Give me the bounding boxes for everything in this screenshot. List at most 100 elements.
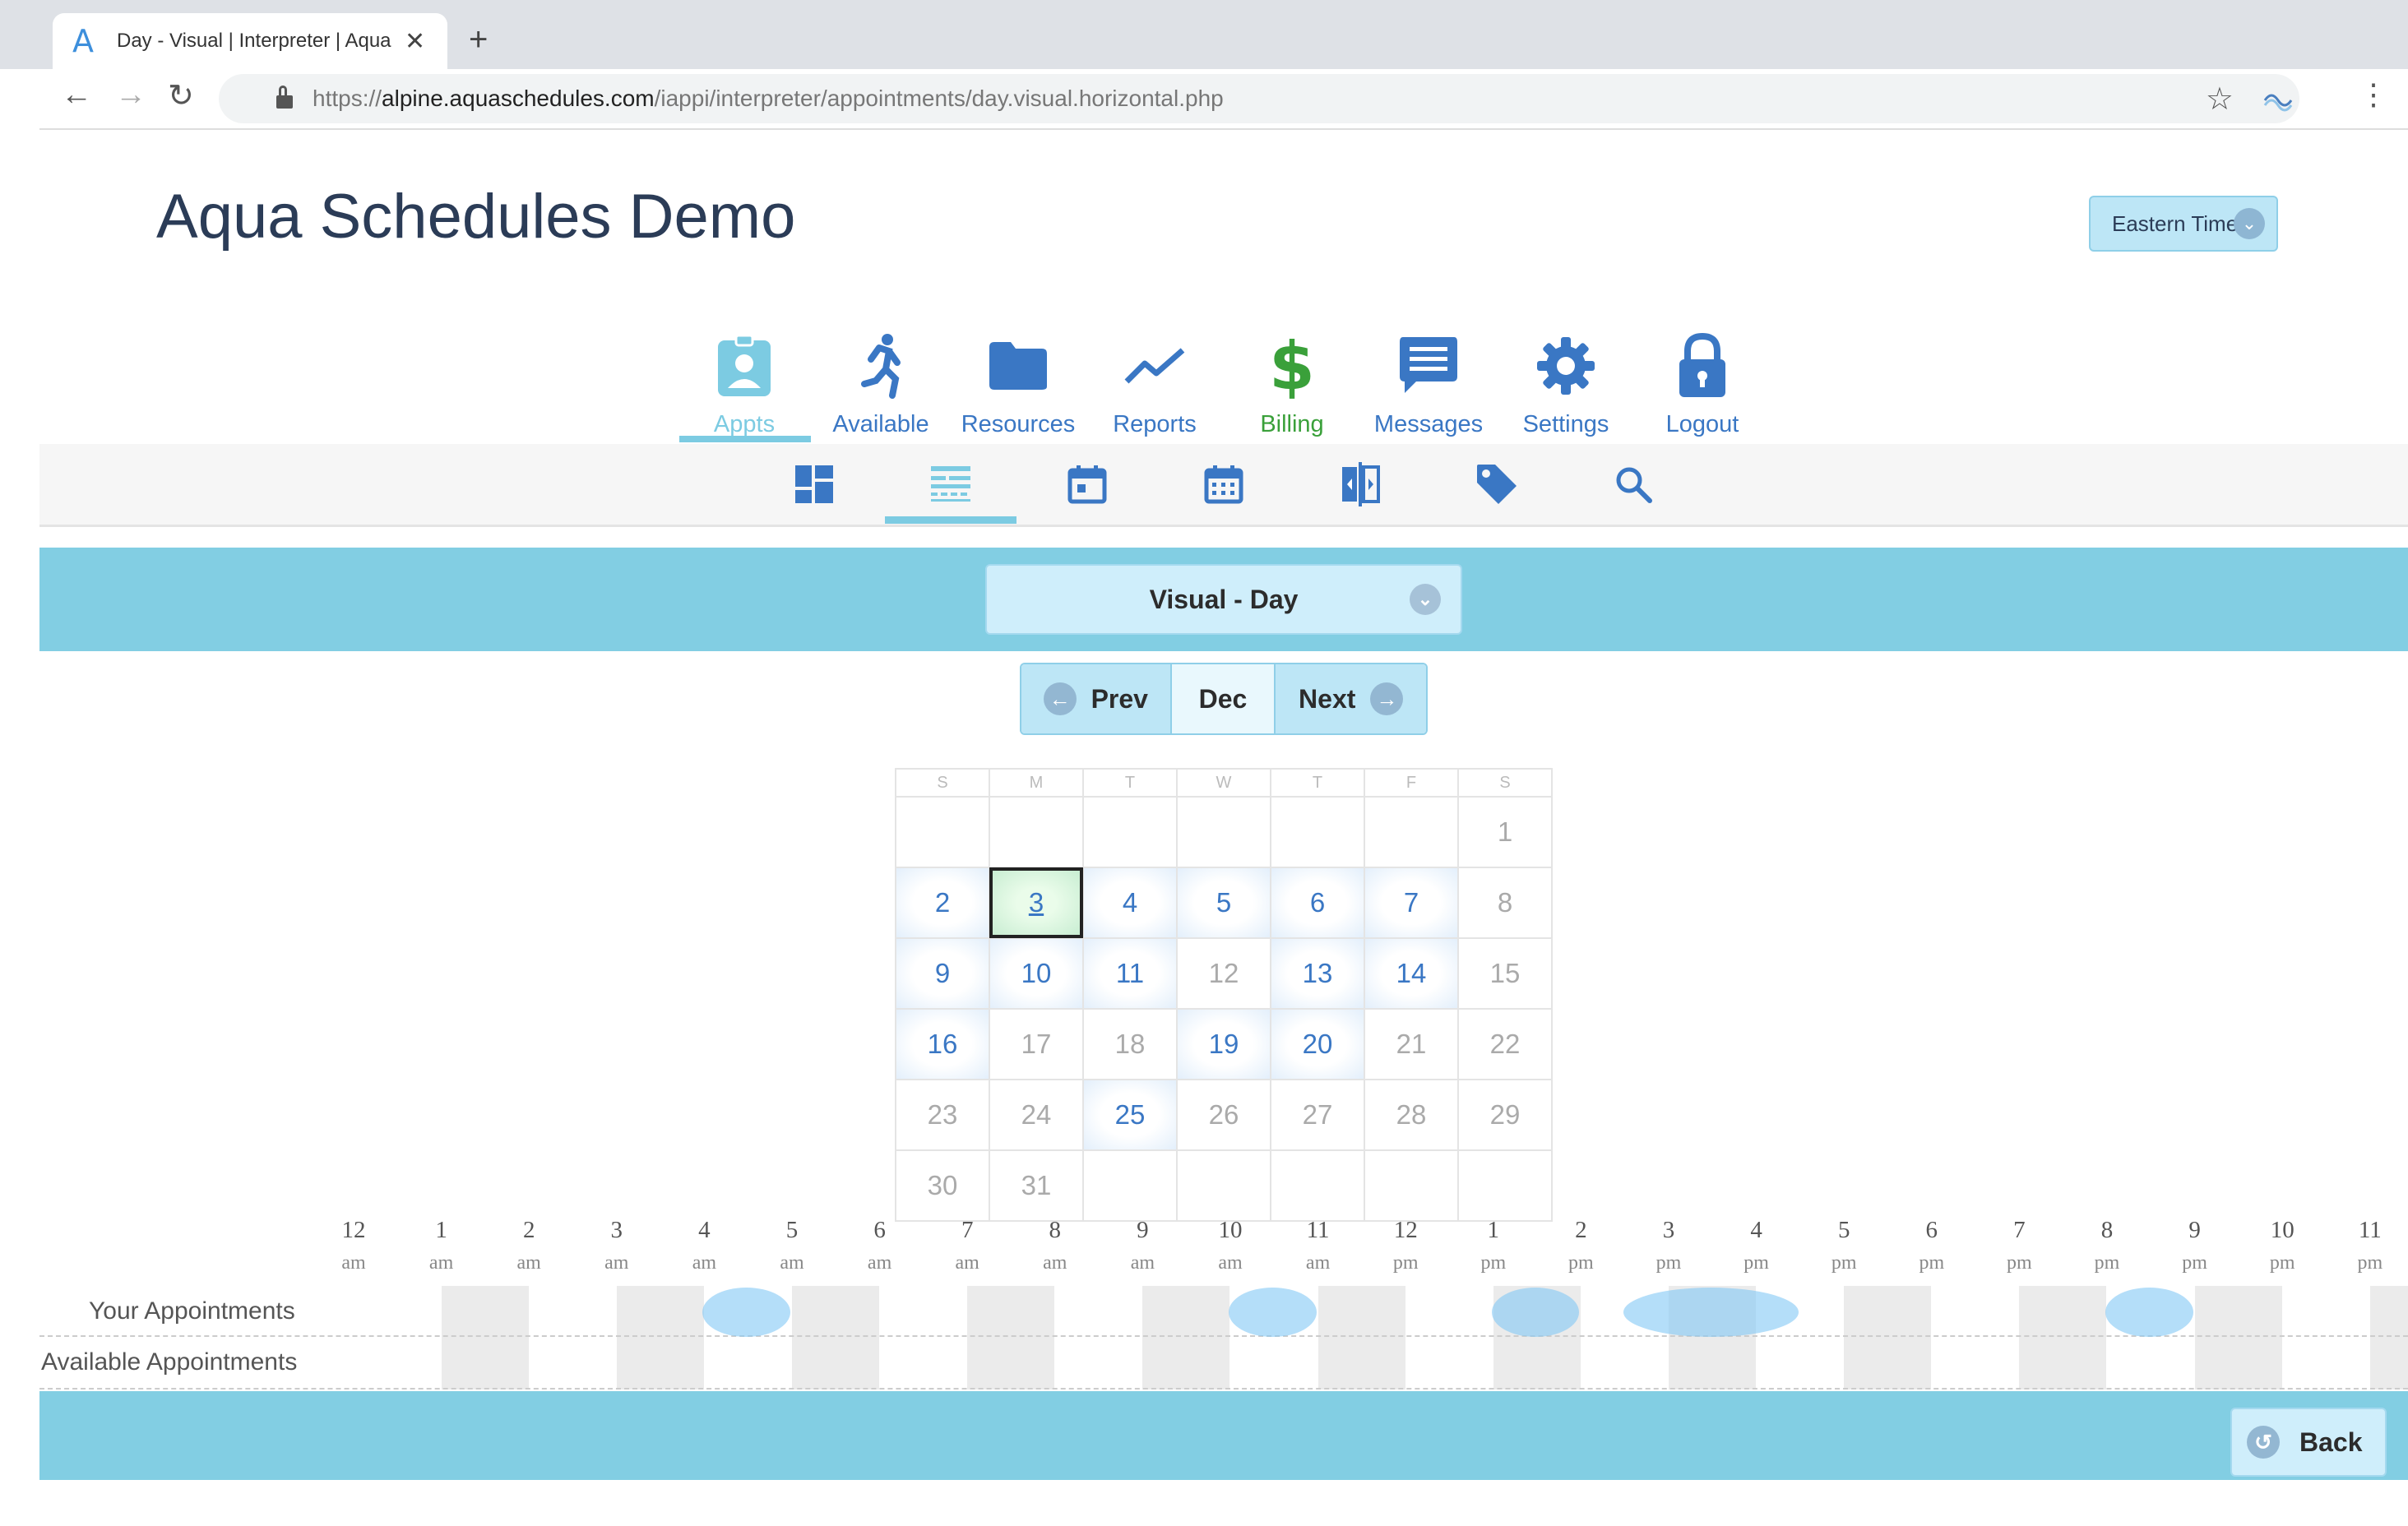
hour-meridiem: pm (1392, 1252, 1419, 1274)
calendar-day[interactable]: 6 (1270, 867, 1365, 939)
calendar-empty-cell (989, 796, 1084, 868)
prev-button[interactable]: ← Prev (1021, 664, 1170, 733)
subnav-calendar-month[interactable] (1158, 444, 1290, 525)
calendar-day[interactable]: 29 (1457, 1079, 1553, 1151)
calendar-day[interactable]: 7 (1364, 867, 1459, 939)
calendar-day[interactable]: 15 (1457, 937, 1553, 1010)
nav-label-reports: Reports (1113, 411, 1197, 437)
hour-label: 5 am (748, 1217, 836, 1274)
main-nav: Appts Available Resources Reports $ Bill… (0, 321, 2408, 444)
calendar-day[interactable]: 20 (1270, 1008, 1365, 1080)
back-arrow-icon[interactable]: ← (61, 77, 92, 113)
nav-item-appts[interactable]: Appts (676, 321, 813, 438)
calendar-day[interactable]: 25 (1082, 1079, 1178, 1151)
close-tab-icon[interactable]: ✕ (405, 27, 425, 56)
nav-item-billing[interactable]: $ Billing (1224, 321, 1360, 438)
hour-number: 5 (1837, 1217, 1850, 1243)
hour-label: 8 am (1012, 1217, 1099, 1274)
calendar-day-selected[interactable]: 3 (989, 867, 1084, 939)
nav-item-settings[interactable]: Settings (1498, 321, 1634, 438)
back-button[interactable]: ↺ Back (2230, 1408, 2387, 1477)
calendar-day[interactable]: 14 (1364, 937, 1459, 1010)
calendar-day[interactable]: 1 (1457, 796, 1553, 868)
nav-item-logout[interactable]: Logout (1634, 321, 1771, 438)
calendar-day[interactable]: 22 (1457, 1008, 1553, 1080)
calendar-day[interactable]: 27 (1270, 1079, 1365, 1151)
calendar-empty-cell (1176, 1149, 1271, 1222)
subnav-day-visual[interactable] (885, 444, 1016, 525)
appointment-block[interactable] (1623, 1288, 1799, 1337)
hour-shade (1317, 1286, 1405, 1390)
browser-menu-icon[interactable]: ⋮ (2359, 77, 2388, 112)
hour-meridiem: pm (2094, 1252, 2120, 1274)
hour-shade (967, 1286, 1055, 1390)
month-label[interactable]: Dec (1169, 664, 1276, 733)
calendar-day[interactable]: 16 (895, 1008, 990, 1080)
weekday-label: S (1457, 768, 1553, 798)
nav-item-available[interactable]: Available (813, 321, 949, 438)
subnav-search[interactable] (1568, 444, 1699, 525)
aqua-favicon-icon: A (72, 23, 94, 59)
arrow-left-icon: ← (1043, 682, 1077, 715)
calendar-day[interactable]: 12 (1176, 937, 1271, 1010)
calendar-day[interactable]: 30 (895, 1149, 990, 1222)
hour-meridiem: pm (1743, 1252, 1769, 1274)
calendar-day[interactable]: 10 (989, 937, 1084, 1010)
calendar-empty-cell (1364, 1149, 1459, 1222)
nav-item-messages[interactable]: Messages (1360, 321, 1497, 438)
appointment-block[interactable] (702, 1288, 790, 1337)
hour-shade (2369, 1286, 2408, 1390)
calendar-day[interactable]: 26 (1176, 1079, 1271, 1151)
hour-label: 1 am (398, 1217, 485, 1274)
arrow-right-icon: → (1370, 682, 1404, 715)
calendar-day[interactable]: 17 (989, 1008, 1084, 1080)
badge-icon (676, 321, 813, 411)
row-label-available-appointments: Available Appointments (41, 1348, 298, 1376)
appointment-block[interactable] (1491, 1288, 1580, 1337)
hour-number: 12 (1393, 1217, 1418, 1243)
appointment-block[interactable] (2105, 1288, 2193, 1337)
calendar-day[interactable]: 21 (1364, 1008, 1459, 1080)
calendar-day[interactable]: 18 (1082, 1008, 1178, 1080)
calendar-day[interactable]: 9 (895, 937, 990, 1010)
hour-shade (1844, 1286, 1932, 1390)
subnav-calendar-day[interactable] (1021, 444, 1153, 525)
browser-tab[interactable]: A Day - Visual | Interpreter | Aqua ✕ (53, 13, 447, 69)
calendar-day[interactable]: 28 (1364, 1079, 1459, 1151)
nav-item-reports[interactable]: Reports (1086, 321, 1223, 438)
reload-icon[interactable]: ↻ (168, 77, 194, 114)
address-bar[interactable]: https://alpine.aquaschedules.com/iappi/i… (219, 74, 2299, 123)
calendar-day[interactable]: 31 (989, 1149, 1084, 1222)
calendar-day[interactable]: 13 (1270, 937, 1365, 1010)
aqua-extension-icon[interactable] (2262, 82, 2295, 112)
calendar-day[interactable]: 8 (1457, 867, 1553, 939)
calendar-day[interactable]: 24 (989, 1079, 1084, 1151)
calendar-day[interactable]: 4 (1082, 867, 1178, 939)
calendar-empty-cell (895, 796, 990, 868)
chevron-down-icon: ⌄ (2234, 208, 2265, 239)
subnav-split-view[interactable] (1294, 444, 1426, 525)
weekday-label: F (1364, 768, 1459, 798)
nav-item-resources[interactable]: Resources (950, 321, 1086, 438)
bookmark-star-icon[interactable]: ☆ (2206, 81, 2234, 118)
appointment-block[interactable] (1229, 1288, 1317, 1337)
month-pager: ← Prev Dec Next → (1020, 663, 1428, 735)
subnav-dashboard[interactable] (748, 444, 880, 525)
calendar-day[interactable]: 11 (1082, 937, 1178, 1010)
forward-arrow-icon[interactable]: → (115, 77, 146, 113)
new-tab-icon[interactable]: + (469, 21, 488, 58)
hour-meridiem: pm (2182, 1252, 2207, 1274)
hour-label: 9 am (1099, 1217, 1186, 1274)
calendar-day[interactable]: 5 (1176, 867, 1271, 939)
subnav-tags[interactable] (1431, 444, 1563, 525)
calendar-day[interactable]: 23 (895, 1079, 990, 1151)
hour-meridiem: am (867, 1252, 892, 1274)
timezone-select[interactable]: Eastern Time ⌄ (2089, 196, 2278, 252)
next-button[interactable]: Next → (1276, 664, 1426, 733)
calendar-week: 16 17 18 19 20 21 22 (895, 1008, 1553, 1080)
view-select-dropdown[interactable]: Visual - Day ⌄ (985, 564, 1462, 635)
calendar-day[interactable]: 19 (1176, 1008, 1271, 1080)
calendar-day[interactable]: 2 (895, 867, 990, 939)
hour-number: 3 (1662, 1217, 1675, 1243)
gear-icon (1498, 321, 1634, 411)
